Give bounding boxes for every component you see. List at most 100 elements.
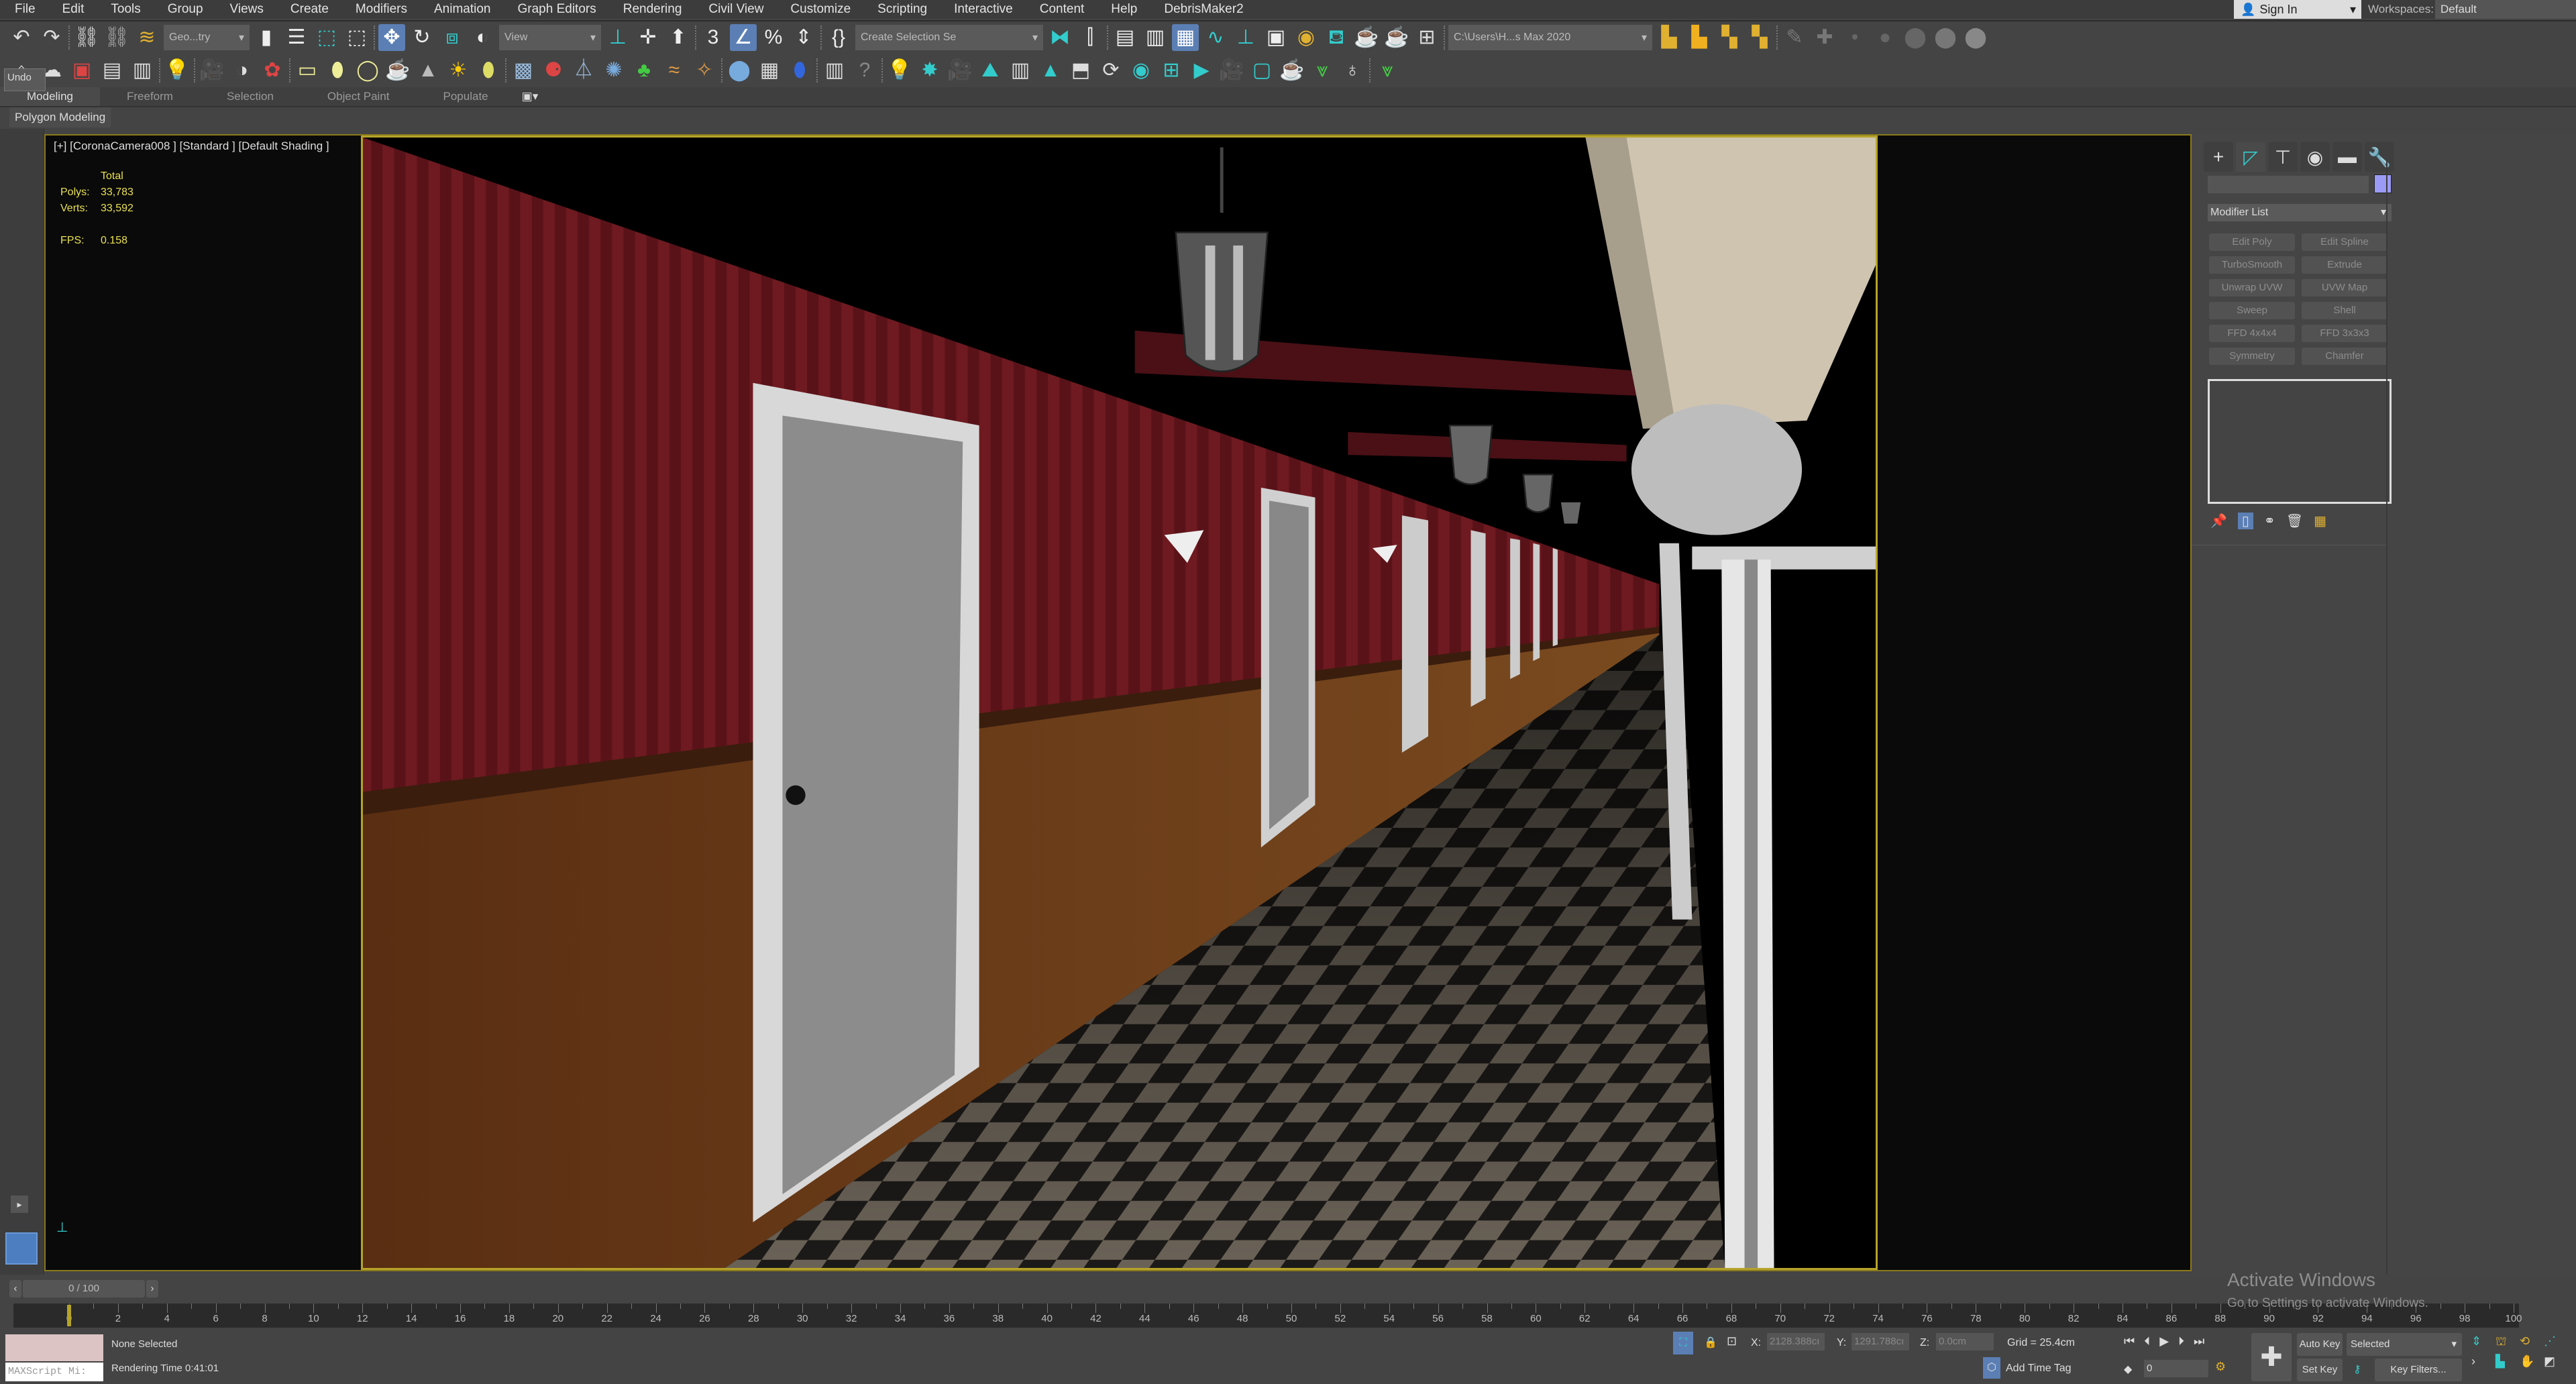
corona-proxy-icon[interactable]: ⚈ — [540, 57, 567, 84]
time-tag-icon[interactable]: ⬡ — [1983, 1357, 2000, 1379]
workspace-dropdown[interactable]: Default — [2435, 0, 2576, 19]
rendered-frame-window-icon[interactable]: ☕ — [1353, 24, 1380, 51]
render-layout-icon[interactable]: ⊞ — [1413, 24, 1440, 51]
go-to-start-icon[interactable]: ⏮ — [2124, 1334, 2135, 1348]
corona-fur-icon[interactable]: ✧ — [691, 57, 718, 84]
ribbon-options-icon[interactable]: ▣▾ — [515, 87, 545, 106]
menu-edit[interactable]: Edit — [48, 2, 85, 17]
tool-c-icon[interactable]: 🎥 — [947, 57, 973, 84]
menu-interactive[interactable]: Interactive — [939, 2, 1013, 17]
add-time-tag[interactable]: Add Time Tag — [2006, 1363, 2072, 1375]
panel-2-icon[interactable]: ▥ — [129, 57, 156, 84]
menu-graph-editors[interactable]: Graph Editors — [503, 2, 596, 17]
menu-file[interactable]: File — [0, 2, 36, 17]
toolbar-dropdown[interactable]: Create Selection Se ▾ — [855, 25, 1043, 50]
zoom-icon[interactable]: ⇕ — [2471, 1334, 2496, 1350]
tool-k-icon[interactable]: ▶ — [1188, 57, 1215, 84]
next-frame-button[interactable]: › — [146, 1280, 158, 1297]
zoom-extents-icon[interactable]: ⟲ — [2520, 1334, 2544, 1350]
ribbon-tab-object-paint[interactable]: Object Paint — [301, 87, 417, 106]
select-manipulate-icon[interactable]: ✛ — [635, 24, 661, 51]
brush-size-2-icon[interactable]: ● — [1872, 24, 1898, 51]
menu-create[interactable]: Create — [276, 2, 329, 17]
polygon-modeling-panel[interactable]: Polygon Modeling — [9, 107, 111, 127]
double-chevron-icon[interactable]: ⩔ — [1309, 57, 1336, 84]
edit-named-selection-icon[interactable]: {} — [825, 24, 852, 51]
corona-slicer-icon[interactable]: ⏃ — [570, 57, 597, 84]
scale-icon[interactable]: ⧈ — [439, 24, 466, 51]
tool-h-icon[interactable]: ⟳ — [1097, 57, 1124, 84]
menu-modifiers[interactable]: Modifiers — [341, 2, 407, 17]
z-coordinate-field[interactable]: 0.0cm — [1936, 1333, 1994, 1350]
toolbar-dropdown[interactable]: C:\Users\H...s Max 2020 ▾ — [1448, 25, 1652, 50]
tool-d-icon[interactable]: ⛰ — [977, 57, 1004, 84]
corona-sun-icon[interactable]: ☀ — [445, 57, 472, 84]
isolate-selection-icon[interactable]: ⛶ — [1673, 1332, 1693, 1354]
unlink-icon[interactable]: ⛓ — [103, 24, 130, 51]
menu-debrismaker2[interactable]: DebrisMaker2 — [1149, 2, 1243, 17]
previous-frame-button[interactable]: ‹ — [9, 1280, 21, 1297]
play-icon[interactable]: ▸ — [11, 1195, 28, 1213]
use-pivot-icon[interactable]: ⊥ — [604, 24, 631, 51]
make-unique-icon[interactable]: ⚭ — [2264, 513, 2275, 529]
utilities-icon[interactable]: 🔧 — [2365, 142, 2394, 172]
corona-grass-icon[interactable]: ♣ — [631, 57, 657, 84]
modifier-symmetry-button[interactable]: Symmetry — [2209, 348, 2295, 365]
move-icon[interactable]: ✥ — [378, 24, 405, 51]
tool-j-icon[interactable]: ⊞ — [1158, 57, 1185, 84]
menu-views[interactable]: Views — [215, 2, 264, 17]
tool-n-icon[interactable]: ☕ — [1279, 57, 1305, 84]
modifier-extrude-button[interactable]: Extrude — [2302, 256, 2387, 274]
menu-customize[interactable]: Customize — [775, 2, 851, 17]
window-crossing-icon[interactable]: ⬚ — [343, 24, 370, 51]
toolbar-dropdown[interactable]: View ▾ — [499, 25, 601, 50]
key-mode-dropdown[interactable]: Selected ▾ — [2347, 1333, 2462, 1356]
auto-key-button[interactable]: Auto Key — [2297, 1333, 2343, 1356]
modifier-uvw-map-button[interactable]: UVW Map — [2302, 279, 2387, 297]
ribbon-tab-freeform[interactable]: Freeform — [100, 87, 200, 106]
dope-sheet-icon[interactable]: ⊥ — [1232, 24, 1259, 51]
set-keys-icon[interactable]: ✚ — [2251, 1333, 2292, 1381]
maxscript-mini-listener[interactable]: MAXScript Mi: — [5, 1363, 103, 1381]
modifier-ffd-3x3x3-button[interactable]: FFD 3x3x3 — [2302, 325, 2387, 342]
keyboard-shortcut-icon[interactable]: ⬆ — [665, 24, 692, 51]
corona-camera-icon[interactable]: ◑ — [229, 57, 256, 84]
viewport-layout-button[interactable] — [5, 1232, 38, 1265]
menu-tools[interactable]: Tools — [96, 2, 140, 17]
corona-material-icon[interactable]: ⬤ — [726, 57, 753, 84]
corona-cone-icon[interactable]: ▲ — [415, 57, 441, 84]
y-coordinate-field[interactable]: 1291.788cı — [1851, 1333, 1909, 1350]
absolute-mode-icon[interactable]: ⊡ — [1727, 1334, 1737, 1348]
align-icon[interactable]: ⫿ — [1077, 24, 1104, 51]
field-of-view-icon[interactable]: › — [2471, 1354, 2496, 1369]
menu-animation[interactable]: Animation — [419, 2, 491, 17]
modifier-sweep-button[interactable]: Sweep — [2209, 302, 2295, 319]
corona-sky-icon[interactable]: ⬮ — [475, 57, 502, 84]
material-editor-icon[interactable]: ◉ — [1293, 24, 1320, 51]
key-icon[interactable]: ⚷ — [2353, 1363, 2361, 1376]
zoom-extents-all-icon[interactable]: ⋰ — [2544, 1334, 2568, 1350]
corona-map-icon[interactable]: ▦ — [756, 57, 783, 84]
menu-content[interactable]: Content — [1025, 2, 1085, 17]
modifier-turbosmooth-button[interactable]: TurboSmooth — [2209, 256, 2295, 274]
modifier-chamfer-button[interactable]: Chamfer — [2302, 348, 2387, 365]
configure-modifier-sets-icon[interactable]: ▦ — [2314, 513, 2326, 529]
corona-hair-icon[interactable]: ≈ — [661, 57, 688, 84]
show-end-result-icon[interactable]: ▯ — [2237, 513, 2253, 529]
previous-key-icon[interactable]: ⏴ — [2144, 1334, 2150, 1348]
modifier-edit-poly-button[interactable]: Edit Poly — [2209, 233, 2295, 251]
render-production-icon[interactable]: ☕ — [1383, 24, 1410, 51]
select-object-icon[interactable]: ▮ — [253, 24, 280, 51]
create-icon[interactable]: + — [2204, 142, 2233, 172]
tool-a-icon[interactable]: 💡 — [886, 57, 913, 84]
corona-light-rect-icon[interactable]: ▭ — [294, 57, 321, 84]
spinner-snap-icon[interactable]: ⇕ — [790, 24, 817, 51]
maxscript-listener-pink[interactable] — [5, 1334, 103, 1361]
double-chevron-2-icon[interactable]: ⩔ — [1374, 57, 1401, 84]
modifier-unwrap-uvw-button[interactable]: Unwrap UVW — [2209, 279, 2295, 297]
key-mode-toggle-icon[interactable]: ◆ — [2124, 1363, 2132, 1376]
modifier-list-dropdown[interactable]: Modifier List ▾ — [2208, 204, 2392, 221]
corona-teapot-icon[interactable]: ☕ — [384, 57, 411, 84]
current-frame-field[interactable]: 0 — [2144, 1360, 2208, 1377]
schematic-view-icon[interactable]: ▣ — [1263, 24, 1289, 51]
